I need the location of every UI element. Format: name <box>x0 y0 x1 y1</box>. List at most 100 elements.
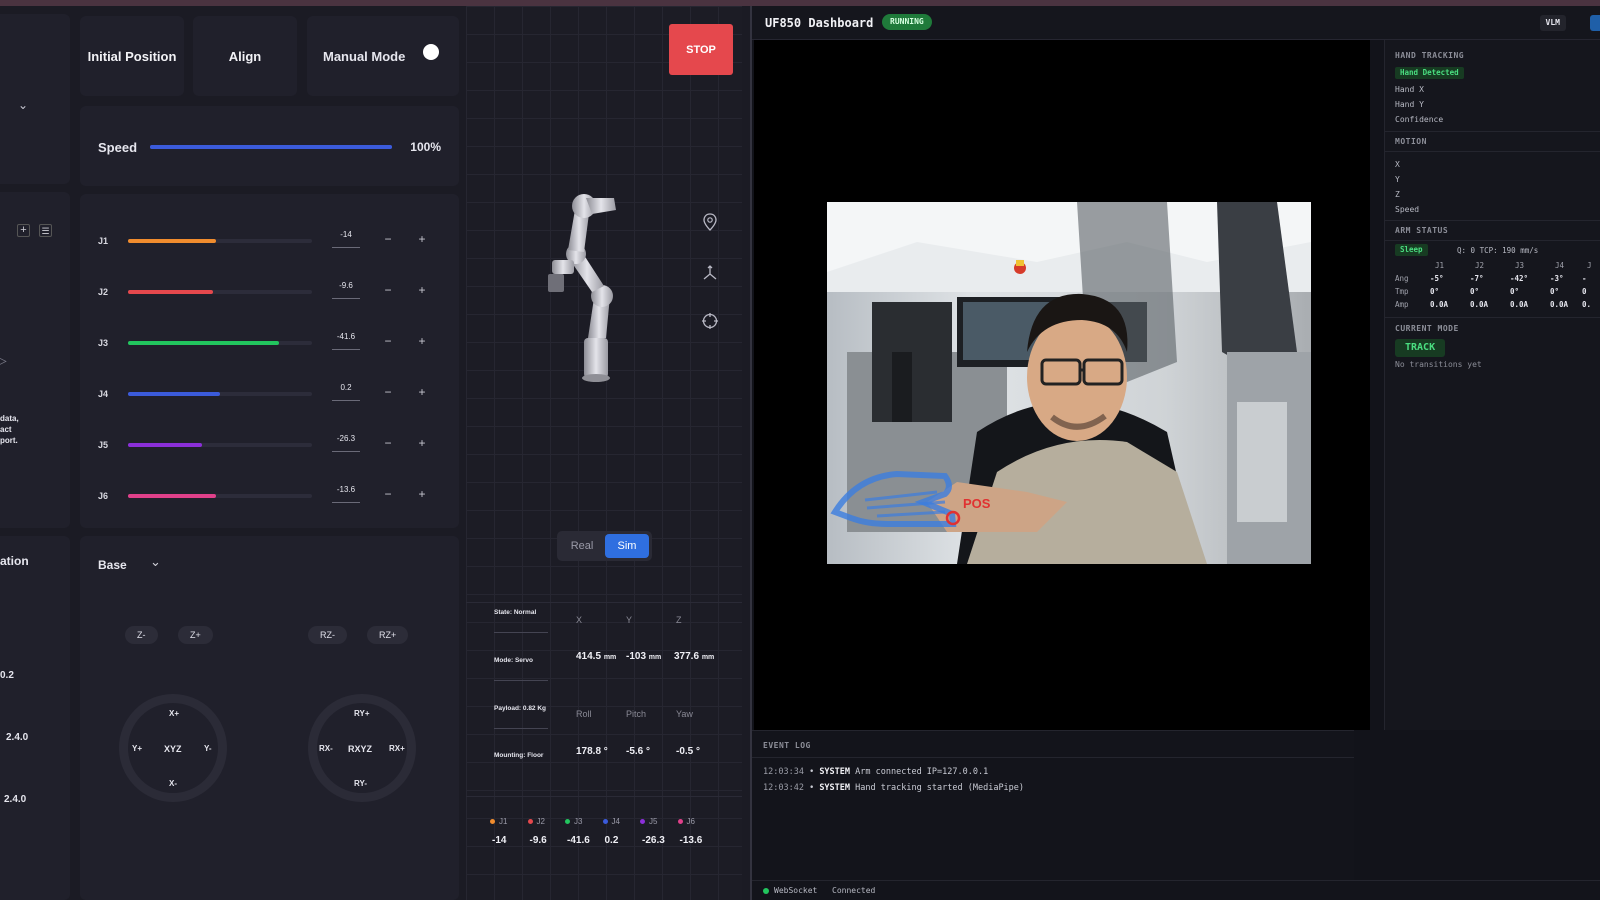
location-pin-icon[interactable] <box>702 213 718 231</box>
dashboard-title: UF850 Dashboard <box>765 16 874 30</box>
joint-decrement-button[interactable]: − <box>380 486 396 502</box>
motion-speed-label: Speed <box>1395 205 1420 214</box>
websocket-label: WebSocket <box>774 886 818 895</box>
joint-increment-button[interactable]: + <box>414 333 430 349</box>
joint-value-input[interactable]: -41.6 <box>332 332 360 350</box>
rx-minus-button[interactable]: RX- <box>319 744 333 753</box>
xyz-jog-pad[interactable]: X+ X- Y+ Y- XYZ <box>119 694 227 802</box>
joint-color-dot <box>640 819 645 825</box>
robot-arm-model <box>548 194 616 382</box>
joint-slider[interactable] <box>128 443 312 447</box>
real-mode-button[interactable]: Real <box>560 534 604 558</box>
joint-increment-button[interactable]: + <box>414 231 430 247</box>
motion-y-label: Y <box>1395 175 1400 184</box>
z-plus-button[interactable]: Z+ <box>178 626 213 644</box>
joint-slider[interactable] <box>128 239 312 243</box>
joint-color-dot <box>565 819 570 825</box>
y-minus-button[interactable]: Y- <box>204 744 212 753</box>
dataset-card: + ☰ ▷ data, act port. <box>0 192 70 528</box>
play-icon[interactable]: ▷ <box>0 352 7 369</box>
manual-mode-toggle[interactable] <box>419 43 445 61</box>
frame-select-label: Base <box>98 558 127 572</box>
chevron-down-icon[interactable]: ⌄ <box>18 98 28 112</box>
joint-increment-button[interactable]: + <box>414 435 430 451</box>
joint-value-input[interactable]: -9.6 <box>332 281 360 299</box>
pos-overlay-label: POS <box>963 496 991 511</box>
motion-heading: MOTION <box>1395 137 1427 146</box>
joint-label: J2 <box>98 287 109 297</box>
joint-value-input[interactable]: -26.3 <box>332 434 360 452</box>
frame-select-chevron-icon[interactable]: ⌄ <box>150 554 161 570</box>
rx-plus-button[interactable]: RX+ <box>389 744 405 753</box>
joint-label: J4 <box>98 389 109 399</box>
hand-y-label: Hand Y <box>1395 100 1424 109</box>
rz-minus-button[interactable]: RZ- <box>308 626 347 644</box>
joint-value-input[interactable]: -14 <box>332 230 360 248</box>
divider <box>1385 240 1600 241</box>
joint-slider-fill <box>128 290 213 294</box>
dataset-note-line: port. <box>0 436 18 445</box>
crosshair-icon[interactable] <box>701 312 719 330</box>
joint-row: J6 -13.6 − + <box>80 485 450 509</box>
arm-cell-value: -5° <box>1430 274 1444 283</box>
sim-mode-button[interactable]: Sim <box>605 534 649 558</box>
ry-plus-button[interactable]: RY+ <box>354 709 370 718</box>
rxyz-jog-pad[interactable]: RY+ RY- RX- RX+ RXYZ <box>308 694 416 802</box>
z-minus-button[interactable]: Z- <box>125 626 158 644</box>
joint-decrement-button[interactable]: − <box>380 231 396 247</box>
joint-decrement-button[interactable]: − <box>380 333 396 349</box>
x-plus-button[interactable]: X+ <box>169 709 179 718</box>
robot-mode: Mode: Servo <box>494 657 534 664</box>
current-mode-heading: CURRENT MODE <box>1395 324 1459 333</box>
joint-increment-button[interactable]: + <box>414 384 430 400</box>
roll-column-header: Roll <box>576 709 592 719</box>
axes-icon[interactable] <box>701 264 719 282</box>
joint-value-input[interactable]: -13.6 <box>332 485 360 503</box>
speed-slider[interactable] <box>150 145 392 149</box>
arm-cell-value: 0° <box>1430 287 1440 296</box>
list-icon[interactable]: ☰ <box>39 224 52 237</box>
vlm-button[interactable]: VLM <box>1539 15 1566 31</box>
speed-value: 100% <box>410 140 441 154</box>
dataset-note-line: act <box>0 425 12 434</box>
joint-value-input[interactable]: 0.2 <box>332 383 360 401</box>
arm-cell-value: 0 <box>1582 287 1587 296</box>
stop-button[interactable]: STOP <box>669 24 733 75</box>
arm-cell-value: 0° <box>1550 287 1560 296</box>
add-icon[interactable]: + <box>17 224 30 237</box>
initial-position-button[interactable]: Initial Position <box>80 16 184 96</box>
y-plus-button[interactable]: Y+ <box>132 744 142 753</box>
joint-angle-value: -14 <box>492 835 507 846</box>
joint-slider-fill <box>128 494 217 498</box>
yaw-column-header: Yaw <box>676 709 693 719</box>
joint-slider[interactable] <box>128 494 312 498</box>
joint-decrement-button[interactable]: − <box>380 282 396 298</box>
arm-joint-column-header: J1 <box>1435 261 1445 270</box>
joint-legend-item: J1 <box>490 817 507 826</box>
joint-legend-item: J3 <box>565 817 582 826</box>
joint-increment-button[interactable]: + <box>414 486 430 502</box>
joint-increment-button[interactable]: + <box>414 282 430 298</box>
joint-slider[interactable] <box>128 392 312 396</box>
joint-legend-item: J4 <box>602 817 620 826</box>
x-minus-button[interactable]: X- <box>169 779 177 788</box>
joint-slider[interactable] <box>128 290 312 294</box>
joint-decrement-button[interactable]: − <box>380 384 396 400</box>
joint-slider[interactable] <box>128 341 312 345</box>
joint-color-dot <box>527 819 533 825</box>
joint-label: J1 <box>98 236 109 246</box>
manual-mode-label: Manual Mode <box>323 49 406 64</box>
rz-plus-button[interactable]: RZ+ <box>367 626 409 644</box>
motion-z-label: Z <box>1395 190 1400 199</box>
version-card: ation 0.2 2.4.0 2.4.0 <box>0 536 70 900</box>
vlm-toggle-indicator[interactable] <box>1590 15 1600 31</box>
joint-decrement-button[interactable]: − <box>380 435 396 451</box>
align-button[interactable]: Align <box>193 16 297 96</box>
status-bar: WebSocket Connected <box>752 880 1600 900</box>
joint-label: J5 <box>98 440 109 450</box>
current-mode-badge: TRACK <box>1395 339 1446 357</box>
joint-row: J4 0.2 − + <box>80 383 450 407</box>
dashboard: UF850 Dashboard RUNNING VLM POS HAND TRA… <box>750 6 1600 900</box>
ry-minus-button[interactable]: RY- <box>354 779 367 788</box>
section-title: ation <box>0 554 29 568</box>
